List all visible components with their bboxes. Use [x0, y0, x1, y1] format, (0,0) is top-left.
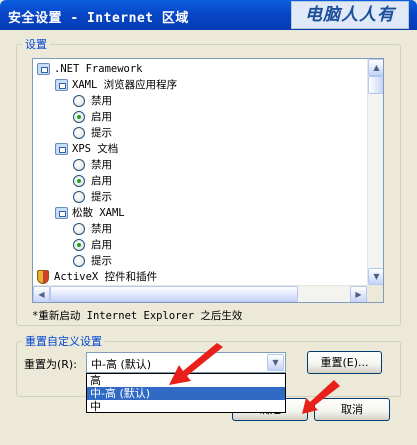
dropdown-option[interactable]: 中 — [87, 400, 285, 413]
radio-option[interactable]: 启用 — [73, 237, 363, 253]
radio-unchecked-icon[interactable] — [73, 223, 85, 235]
horizontal-scrollbar[interactable]: ◀ ▶ — [33, 285, 367, 302]
radio-unchecked-icon[interactable] — [73, 159, 85, 171]
reset-group-label: 重置自定义设置 — [22, 335, 105, 349]
tree-category: XAML 浏览器应用程序 — [55, 77, 363, 93]
vertical-scroll-thumb[interactable] — [368, 76, 383, 94]
radio-checked-icon[interactable] — [73, 111, 85, 123]
scroll-left-button[interactable]: ◀ — [33, 286, 50, 302]
tree-item-label: 提示 — [91, 127, 112, 139]
annotation-arrow-dropdown — [169, 343, 223, 385]
restart-note: *重新启动 Internet Explorer 之后生效 — [32, 310, 243, 322]
radio-unchecked-icon[interactable] — [73, 127, 85, 139]
radio-unchecked-icon[interactable] — [73, 191, 85, 203]
chevron-down-icon[interactable]: ▼ — [267, 354, 284, 371]
watermark: 电脑人人有 — [291, 1, 409, 29]
tree-item-label: 禁用 — [91, 95, 112, 107]
tree-item-label: .NET Framework — [54, 63, 143, 75]
settings-group-label: 设置 — [22, 38, 50, 52]
tree-item-label: XAML 浏览器应用程序 — [72, 79, 178, 91]
tree-category: XPS 文档 — [55, 141, 363, 157]
scroll-right-button[interactable]: ▶ — [350, 286, 367, 302]
settings-folder-icon — [37, 63, 50, 75]
radio-option[interactable]: 提示 — [73, 189, 363, 205]
radio-option[interactable]: 启用 — [73, 109, 363, 125]
scroll-down-button[interactable]: ▼ — [368, 268, 383, 285]
annotation-arrow-ok — [302, 380, 340, 414]
radio-option[interactable]: 禁用 — [73, 93, 363, 109]
tree-item-label: XPS 文档 — [72, 143, 119, 155]
settings-tree-content: .NET Framework XAML 浏览器应用程序 禁用 启用 提示 XPS 文档 禁用… — [33, 59, 367, 285]
tree-item-label: ActiveX 控件和插件 — [54, 271, 158, 283]
scroll-up-button[interactable]: ▲ — [368, 59, 383, 76]
radio-option[interactable]: 禁用 — [73, 221, 363, 237]
settings-folder-icon — [55, 79, 68, 91]
settings-folder-icon — [55, 143, 68, 155]
reset-button[interactable]: 重置(E)... — [307, 351, 382, 374]
tree-item-label: 禁用 — [91, 223, 112, 235]
tree-item-label: 提示 — [91, 255, 112, 267]
radio-option[interactable]: 提示 — [73, 125, 363, 141]
horizontal-scroll-thumb[interactable] — [50, 286, 298, 302]
tree-category-activex: ActiveX 控件和插件 — [37, 269, 363, 285]
radio-unchecked-icon[interactable] — [73, 95, 85, 107]
settings-tree[interactable]: .NET Framework XAML 浏览器应用程序 禁用 启用 提示 XPS 文档 禁用… — [32, 58, 384, 303]
tree-category: .NET Framework — [37, 61, 363, 77]
activex-shield-icon — [37, 270, 49, 284]
title-bar: 安全设置 - Internet 区域 电脑人人有 — [0, 0, 417, 30]
radio-option[interactable]: 提示 — [73, 253, 363, 269]
tree-item-label: 启用 — [91, 111, 112, 123]
radio-option[interactable]: 启用 — [73, 173, 363, 189]
scroll-corner — [367, 285, 383, 302]
radio-unchecked-icon[interactable] — [73, 255, 85, 267]
radio-option[interactable]: 禁用 — [73, 157, 363, 173]
settings-folder-icon — [55, 207, 68, 219]
vertical-scrollbar[interactable]: ▲ ▼ — [367, 59, 383, 285]
tree-item-label: 提示 — [91, 191, 112, 203]
tree-category: 松散 XAML — [55, 205, 363, 221]
radio-checked-icon[interactable] — [73, 175, 85, 187]
tree-item-label: 禁用 — [91, 159, 112, 171]
tree-item-label: 松散 XAML — [72, 207, 125, 219]
radio-checked-icon[interactable] — [73, 239, 85, 251]
window-title: 安全设置 - Internet 区域 — [8, 11, 189, 26]
tree-item-label: 启用 — [91, 175, 112, 187]
reset-to-label: 重置为(R): — [24, 358, 77, 371]
tree-item-label: 启用 — [91, 239, 112, 251]
reset-level-value: 中-高 (默认) — [91, 358, 152, 371]
